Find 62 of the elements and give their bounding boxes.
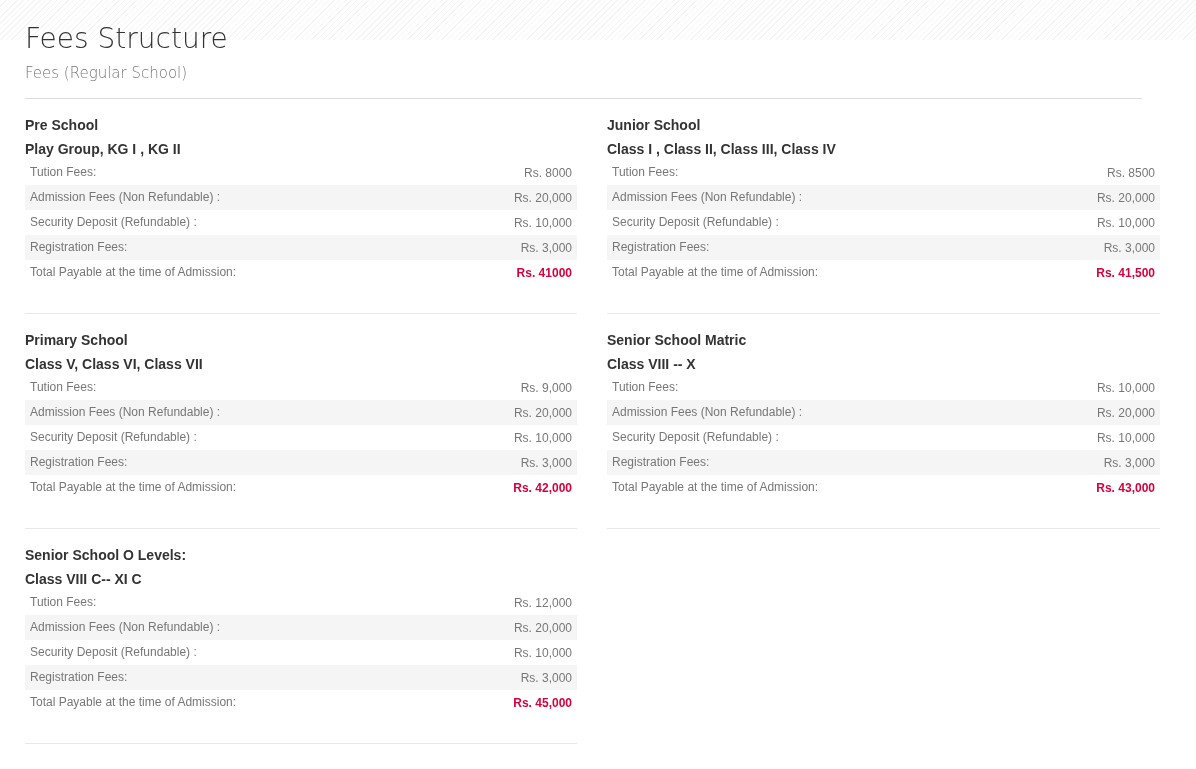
fee-label: Security Deposit (Refundable) :: [30, 644, 197, 661]
section-heading: Primary School: [25, 331, 128, 350]
fee-label: Registration Fees:: [612, 239, 710, 256]
class-list: Class I , Class II, Class III, Class IV: [607, 139, 836, 159]
fee-label: Security Deposit (Refundable) :: [612, 429, 779, 446]
fee-label: Tution Fees:: [30, 379, 97, 396]
fee-amount: Rs. 20,000: [513, 405, 572, 422]
class-list: Play Group, KG I , KG II: [25, 139, 181, 159]
fee-label: Registration Fees:: [30, 239, 128, 256]
page-subtitle: Fees (Regular School): [25, 63, 188, 83]
total-amount: Rs. 45,000: [513, 695, 572, 712]
fee-label: Admission Fees (Non Refundable) :: [30, 619, 221, 636]
fee-label: Tution Fees:: [30, 594, 97, 611]
section-heading: Pre School: [25, 116, 99, 135]
class-list: Class VIII -- X: [607, 354, 696, 374]
total-amount: Rs. 41,500: [1096, 265, 1155, 282]
fee-label: Registration Fees:: [612, 454, 710, 471]
fee-amount: Rs. 10,000: [1096, 215, 1155, 232]
fee-amount: Rs. 20,000: [513, 620, 572, 637]
fee-amount: Rs. 10,000: [513, 215, 572, 232]
fee-amount: Rs. 10,000: [1096, 430, 1155, 447]
total-amount: Rs. 41000: [516, 265, 572, 282]
fee-label: Tution Fees:: [612, 379, 679, 396]
fee-amount: Rs. 3,000: [1103, 455, 1155, 472]
fee-label: Total Payable at the time of Admission:: [612, 479, 819, 496]
section-heading: Junior School: [607, 116, 701, 135]
fee-label: Total Payable at the time of Admission:: [30, 264, 237, 281]
fee-amount: Rs. 3,000: [520, 455, 572, 472]
fee-label: Security Deposit (Refundable) :: [30, 429, 197, 446]
class-list: Class V, Class VI, Class VII: [25, 354, 203, 374]
fee-amount: Rs. 8500: [1106, 165, 1155, 182]
fee-amount: Rs. 9,000: [520, 380, 572, 397]
fee-amount: Rs. 10,000: [513, 430, 572, 447]
fee-amount: Rs. 10,000: [1096, 380, 1155, 397]
fee-label: Registration Fees:: [30, 669, 128, 686]
fee-label: Total Payable at the time of Admission:: [30, 694, 237, 711]
fee-label: Security Deposit (Refundable) :: [612, 214, 779, 231]
section-heading: Senior School O Levels:: [25, 546, 187, 565]
fee-label: Tution Fees:: [612, 164, 679, 181]
class-list: Class VIII C-- XI C: [25, 569, 142, 589]
fee-amount: Rs. 3,000: [1103, 240, 1155, 257]
section-heading: Senior School Matric: [607, 331, 747, 350]
total-amount: Rs. 43,000: [1096, 480, 1155, 497]
fee-amount: Rs. 3,000: [520, 670, 572, 687]
fee-label: Admission Fees (Non Refundable) :: [30, 404, 221, 421]
page-title: Fees Structure: [25, 22, 228, 56]
fee-label: Total Payable at the time of Admission:: [612, 264, 819, 281]
fee-label: Tution Fees:: [30, 164, 97, 181]
total-amount: Rs. 42,000: [513, 480, 572, 497]
fee-amount: Rs. 10,000: [513, 645, 572, 662]
fee-label: Total Payable at the time of Admission:: [30, 479, 237, 496]
fee-label: Admission Fees (Non Refundable) :: [612, 189, 803, 206]
fee-amount: Rs. 12,000: [513, 595, 572, 612]
fee-label: Admission Fees (Non Refundable) :: [30, 189, 221, 206]
fee-label: Security Deposit (Refundable) :: [30, 214, 197, 231]
fee-amount: Rs. 20,000: [513, 190, 572, 207]
fee-amount: Rs. 20,000: [1096, 405, 1155, 422]
fee-amount: Rs. 20,000: [1096, 190, 1155, 207]
fee-label: Admission Fees (Non Refundable) :: [612, 404, 803, 421]
fee-label: Registration Fees:: [30, 454, 128, 471]
fee-amount: Rs. 3,000: [520, 240, 572, 257]
fee-amount: Rs. 8000: [523, 165, 572, 182]
